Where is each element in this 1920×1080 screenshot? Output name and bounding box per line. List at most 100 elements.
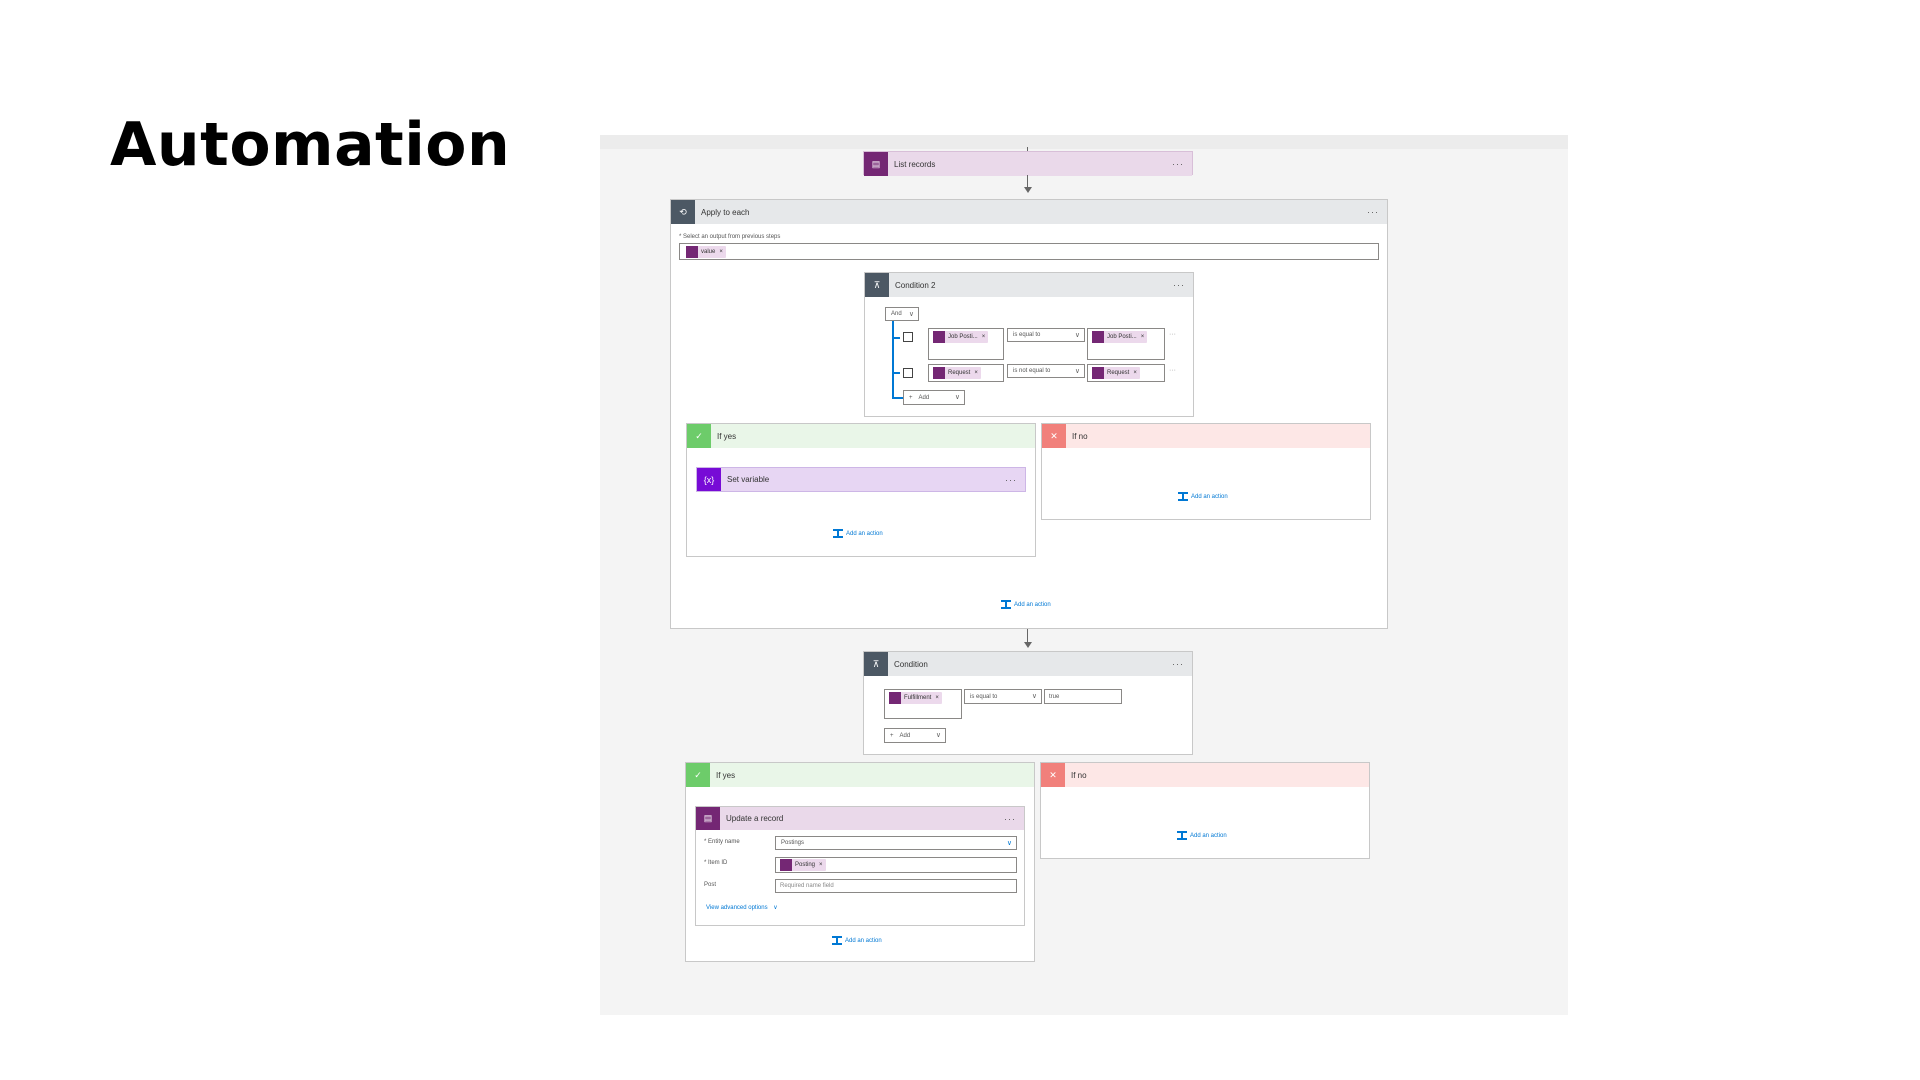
and-dropdown[interactable]: And ∨: [885, 307, 919, 321]
more-options-icon[interactable]: ···: [1004, 814, 1016, 824]
condition-left-operand[interactable]: Job Posti... ×: [928, 328, 1004, 360]
condition-2-card[interactable]: ⊼ Condition 2 ··· And ∨ Job Posti... × i…: [864, 272, 1194, 417]
connector-line: [1027, 175, 1028, 187]
row-more-icon[interactable]: ···: [1169, 331, 1176, 338]
variable-icon: {x}: [697, 468, 721, 491]
if-yes-title: If yes: [716, 770, 736, 780]
entity-name-value: Postings: [781, 840, 805, 846]
apply-to-each-header[interactable]: ⟲ Apply to each ···: [671, 200, 1387, 224]
if-yes-branch[interactable]: ✓ If yes {x} Set variable ··· Add an act…: [686, 423, 1036, 557]
add-action-button[interactable]: Add an action: [1177, 831, 1227, 840]
row-checkbox[interactable]: [903, 332, 913, 342]
update-record-title: Update a record: [726, 814, 784, 823]
condition-header[interactable]: ⊼ Condition ···: [864, 652, 1192, 676]
condition-left-operand[interactable]: Request ×: [928, 364, 1004, 382]
add-action-icon: [1177, 831, 1187, 840]
database-icon: [686, 245, 698, 258]
if-no-branch[interactable]: ✕ If no Add an action: [1041, 423, 1371, 520]
condition-2-header[interactable]: ⊼ Condition 2 ···: [865, 273, 1193, 297]
add-action-icon: [833, 529, 843, 538]
condition-right-operand[interactable]: Request ×: [1087, 364, 1165, 382]
add-action-button[interactable]: Add an action: [832, 936, 882, 945]
more-options-icon[interactable]: ···: [1172, 659, 1184, 669]
condition-right-operand[interactable]: true: [1044, 689, 1122, 704]
remove-token-icon[interactable]: ×: [974, 370, 978, 376]
operator-dropdown[interactable]: is equal to ∨: [964, 689, 1042, 704]
database-icon: ▤: [864, 152, 888, 176]
add-action-button[interactable]: Add an action: [1178, 492, 1228, 501]
set-variable-header[interactable]: {x} Set variable ···: [697, 468, 1025, 491]
add-action-button[interactable]: Add an action: [833, 529, 883, 538]
more-options-icon[interactable]: ···: [1367, 207, 1379, 217]
close-icon: ✕: [1041, 763, 1065, 787]
fulfillment-token[interactable]: Fulfillment ×: [889, 692, 942, 704]
if-yes-header: ✓ If yes: [687, 424, 1035, 448]
condition-left-operand[interactable]: Fulfillment ×: [884, 689, 962, 719]
add-condition-button[interactable]: + Add ∨: [884, 728, 946, 743]
plus-icon: +: [909, 394, 913, 401]
right-value: true: [1049, 693, 1060, 700]
condition-icon: ⊼: [864, 652, 888, 676]
add-action-label: Add an action: [1190, 832, 1227, 839]
job-posting-token[interactable]: Job Posti... ×: [1092, 331, 1148, 343]
chevron-down-icon: ∨: [1074, 332, 1080, 339]
post-placeholder: Required name field: [780, 883, 834, 889]
update-record-header[interactable]: ▤ Update a record ···: [696, 807, 1024, 830]
remove-token-icon[interactable]: ×: [1141, 334, 1145, 340]
set-variable-card[interactable]: {x} Set variable ···: [696, 467, 1026, 492]
value-token-label: value: [701, 248, 716, 255]
row-more-icon[interactable]: ···: [1169, 367, 1176, 374]
chevron-down-icon: ∨: [908, 311, 914, 318]
token-label: Request: [948, 370, 971, 376]
chevron-down-icon: ∨: [1006, 840, 1012, 847]
if-no-branch[interactable]: ✕ If no Add an action: [1040, 762, 1370, 859]
plus-icon: +: [890, 732, 894, 739]
entity-name-dropdown[interactable]: Postings ∨: [775, 836, 1017, 850]
add-condition-button[interactable]: + Add ∨: [903, 390, 965, 405]
token-label: Request: [1107, 370, 1130, 376]
and-dropdown-label: And: [891, 311, 902, 317]
request-token[interactable]: Request ×: [1092, 367, 1140, 379]
row-checkbox[interactable]: [903, 368, 913, 378]
add-action-button[interactable]: Add an action: [1001, 600, 1051, 609]
job-posting-token[interactable]: Job Posti... ×: [933, 331, 989, 343]
list-records-title: List records: [894, 159, 936, 169]
more-options-icon[interactable]: ···: [1173, 280, 1185, 290]
check-icon: ✓: [686, 763, 710, 787]
add-label: Add: [899, 732, 911, 739]
remove-token-icon[interactable]: ×: [1133, 370, 1137, 376]
select-output-field[interactable]: value ×: [679, 243, 1379, 260]
group-bracket: [892, 372, 900, 374]
slide-title: Automation: [110, 110, 511, 180]
if-yes-branch[interactable]: ✓ If yes ▤ Update a record ··· * Entity …: [685, 762, 1035, 962]
add-action-icon: [832, 936, 842, 945]
token-label: Posting: [795, 862, 816, 868]
database-icon: ▤: [696, 807, 720, 830]
request-token[interactable]: Request ×: [933, 367, 981, 379]
more-options-icon[interactable]: ···: [1172, 159, 1184, 169]
value-token[interactable]: value ×: [686, 245, 726, 258]
more-options-icon[interactable]: ···: [1005, 475, 1017, 485]
remove-token-icon[interactable]: ×: [982, 334, 986, 340]
view-advanced-options-link[interactable]: View advanced options ∨: [706, 904, 778, 911]
list-records-card[interactable]: ▤ List records ···: [863, 151, 1193, 176]
database-icon: [933, 331, 945, 343]
if-yes-header: ✓ If yes: [686, 763, 1034, 787]
remove-token-icon[interactable]: ×: [819, 862, 823, 868]
list-records-header[interactable]: ▤ List records ···: [864, 152, 1192, 176]
token-label: Job Posti...: [1107, 334, 1137, 340]
add-label: Add: [918, 394, 930, 401]
apply-to-each-card[interactable]: ⟲ Apply to each ··· * Select an output f…: [670, 199, 1388, 629]
remove-token-icon[interactable]: ×: [719, 249, 723, 255]
condition-card[interactable]: ⊼ Condition ··· Fulfillment × is equal t…: [863, 651, 1193, 755]
update-record-card[interactable]: ▤ Update a record ··· * Entity name Post…: [695, 806, 1025, 926]
item-id-field[interactable]: Posting ×: [775, 857, 1017, 873]
chevron-down-icon: ∨: [935, 732, 941, 739]
arrow-down-icon: [1024, 642, 1032, 648]
operator-dropdown[interactable]: is equal to ∨: [1007, 328, 1085, 342]
posting-token[interactable]: Posting ×: [780, 859, 826, 871]
remove-token-icon[interactable]: ×: [935, 695, 939, 701]
condition-right-operand[interactable]: Job Posti... ×: [1087, 328, 1165, 360]
operator-dropdown[interactable]: is not equal to ∨: [1007, 364, 1085, 378]
post-field[interactable]: Required name field: [775, 879, 1017, 893]
